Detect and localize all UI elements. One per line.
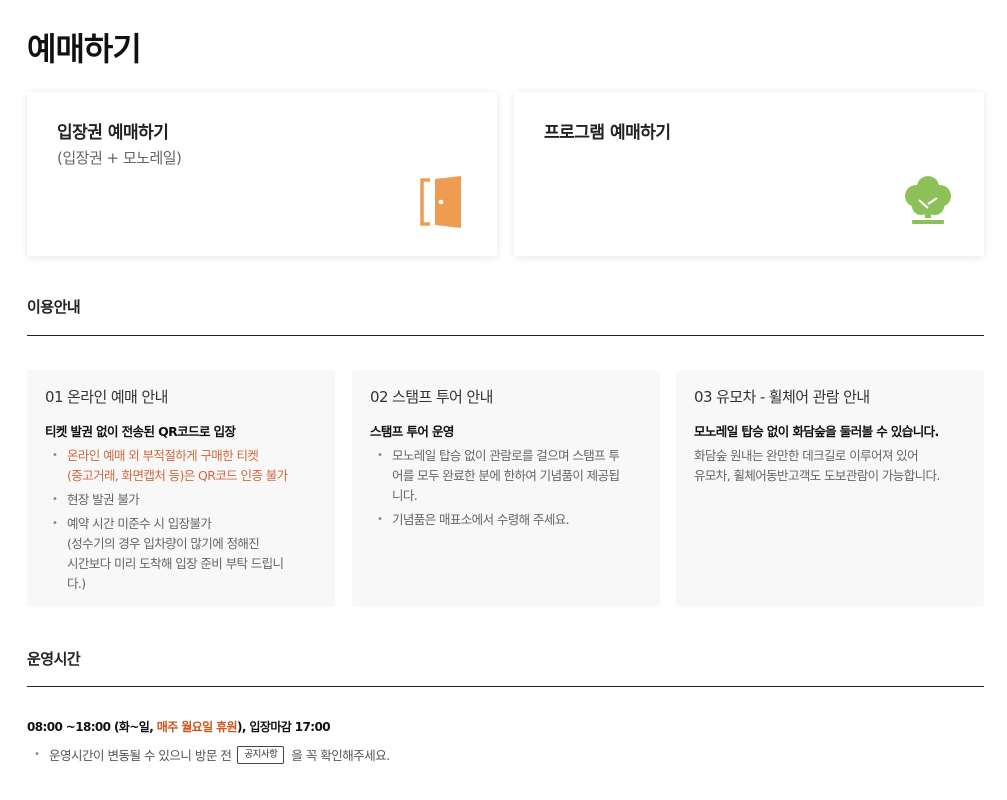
- program-card-title: 프로그램 예매하기: [544, 123, 671, 143]
- list-item-line: 어를 모두 완료한 분에 한하여 기념품이 제공됩: [392, 468, 620, 483]
- list-item: 모노레일 탑승 없이 관람로를 걸으며 스탬프 투 어를 모두 완료한 분에 한…: [370, 446, 642, 506]
- stamp-guide-list: 모노레일 탑승 없이 관람로를 걸으며 스탬프 투 어를 모두 완료한 분에 한…: [370, 446, 642, 530]
- list-item-line: 니다.: [392, 488, 418, 503]
- stamp-tour-guide: 02 스탬프 투어 안내 스탬프 투어 운영 모노레일 탑승 없이 관람로를 걸…: [352, 370, 660, 607]
- stamp-guide-title: 02 스탬프 투어 안내: [370, 388, 493, 406]
- booking-page: 예매하기 입장권 예매하기 (입장권 + 모노레일) 프로그램 예매하기 이용안…: [0, 0, 1007, 800]
- note-text: 을 꼭 확인해주세요.: [291, 748, 390, 763]
- last-entry-text: ), 입장마감 17:00: [237, 720, 331, 734]
- hours-divider: [27, 686, 984, 687]
- tree-icon: [903, 174, 953, 230]
- list-item-line: 현장 발권 불가: [67, 492, 140, 507]
- notice-button[interactable]: 공지사항: [237, 745, 285, 764]
- hours-section-title: 운영시간: [27, 650, 81, 668]
- list-item-line: 기념품은 매표소에서 수령해 주세요.: [392, 512, 570, 527]
- stroller-guide-lead: 모노레일 탑승 없이 화담숲을 둘러볼 수 있습니다.: [694, 424, 939, 439]
- list-item: 예약 시간 미준수 시 입장불가 (성수기의 경우 입차량이 많기에 정해진 시…: [45, 514, 317, 594]
- list-item: 현장 발권 불가: [45, 490, 317, 510]
- list-item-line: 시간보다 미리 도착해 입장 준비 부탁 드립니: [67, 556, 284, 571]
- hours-text: 08:00 ~18:00 (화~일,: [27, 720, 157, 734]
- admission-card-title: 입장권 예매하기: [57, 123, 169, 143]
- hours-note: • 운영시간이 변동될 수 있으니 방문 전 공지사항 을 꼭 확인해주세요.: [27, 745, 390, 764]
- list-item-line: 예약 시간 미준수 시 입장불가: [67, 516, 212, 531]
- program-booking-card[interactable]: 프로그램 예매하기: [514, 92, 984, 256]
- online-guide-list: 온라인 예매 외 부적절하게 구매한 티켓 (중고거래, 화면캡처 등)은 QR…: [45, 446, 317, 594]
- online-booking-guide: 01 온라인 예매 안내 티켓 발권 없이 전송된 QR코드로 입장 온라인 예…: [27, 370, 335, 607]
- list-item-line: 다.): [67, 576, 86, 591]
- list-item-line: (성수기의 경우 입차량이 많기에 정해진: [67, 536, 260, 551]
- guide-text-line: 화담숲 원내는 완만한 데크길로 이루어져 있어: [694, 448, 919, 463]
- usage-divider: [27, 335, 984, 336]
- online-guide-title: 01 온라인 예매 안내: [45, 388, 168, 406]
- page-title: 예매하기: [27, 30, 142, 68]
- operating-hours: 08:00 ~18:00 (화~일, 매주 월요일 휴원), 입장마감 17:0…: [27, 718, 331, 735]
- closed-day-text: 매주 월요일 휴원: [156, 720, 238, 734]
- note-text: 운영시간이 변동될 수 있으니 방문 전: [49, 748, 232, 763]
- list-item-line: 모노레일 탑승 없이 관람로를 걸으며 스탬프 투: [392, 448, 620, 463]
- stamp-guide-lead: 스탬프 투어 운영: [370, 424, 454, 439]
- stroller-guide-text: 화담숲 원내는 완만한 데크길로 이루어져 있어 유모차, 휠체어동반고객도 도…: [694, 446, 966, 486]
- list-item: 기념품은 매표소에서 수령해 주세요.: [370, 510, 642, 530]
- guide-text-line: 유모차, 휠체어동반고객도 도보관람이 가능합니다.: [694, 468, 940, 483]
- bullet-icon: •: [34, 749, 40, 760]
- admission-booking-card[interactable]: 입장권 예매하기 (입장권 + 모노레일): [27, 92, 497, 256]
- usage-section-title: 이용안내: [27, 298, 81, 316]
- list-item: 온라인 예매 외 부적절하게 구매한 티켓 (중고거래, 화면캡처 등)은 QR…: [45, 446, 317, 486]
- online-guide-lead: 티켓 발권 없이 전송된 QR코드로 입장: [45, 424, 236, 439]
- list-item-line: 온라인 예매 외 부적절하게 구매한 티켓: [67, 448, 259, 463]
- door-icon: [420, 176, 464, 232]
- admission-card-subtitle: (입장권 + 모노레일): [57, 149, 182, 167]
- stroller-guide-title: 03 유모차 - 휠체어 관람 안내: [694, 388, 870, 406]
- list-item-line: (중고거래, 화면캡처 등)은 QR코드 인증 불가: [67, 468, 288, 483]
- stroller-wheelchair-guide: 03 유모차 - 휠체어 관람 안내 모노레일 탑승 없이 화담숲을 둘러볼 수…: [676, 370, 984, 607]
